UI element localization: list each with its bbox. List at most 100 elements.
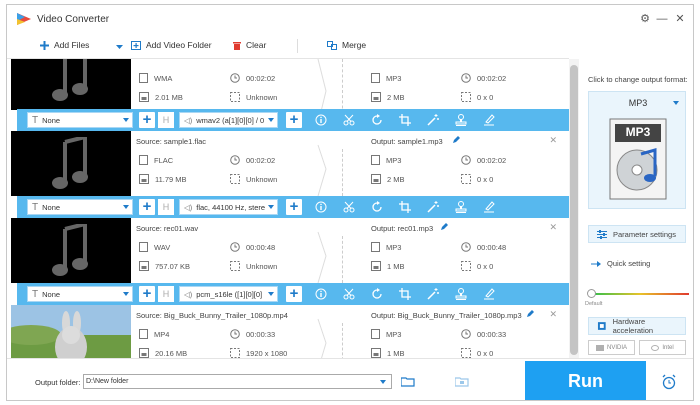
- subtitle-edit-icon[interactable]: [483, 288, 495, 300]
- remove-item-button[interactable]: ✕: [549, 309, 557, 320]
- output-folder-input[interactable]: D:\New folder: [83, 374, 392, 389]
- watermark-stamp-icon[interactable]: [455, 288, 467, 300]
- music-note-icon: [52, 224, 88, 276]
- src-duration: 00:00:33: [230, 329, 275, 339]
- crop-icon[interactable]: [399, 114, 411, 126]
- list-item[interactable]: Source: Big_Buck_Bunny_Trailer_1080p.mp4…: [7, 305, 569, 358]
- out-format: MP3: [371, 242, 401, 252]
- scissors-icon[interactable]: [343, 114, 355, 126]
- item-edit-bar: T None + H ◁) wmav2 (a[1][0][0] / 0 +: [17, 109, 569, 131]
- effects-wand-icon[interactable]: [427, 114, 439, 126]
- arrow-right-icon: [591, 260, 601, 267]
- speaker-icon: ◁): [184, 202, 193, 212]
- rotate-icon[interactable]: [371, 288, 383, 300]
- subtitle-select[interactable]: T None: [27, 199, 133, 215]
- rotate-icon[interactable]: [371, 114, 383, 126]
- output-format-panel: Click to change output format: MP3 MP3 P…: [579, 59, 693, 358]
- out-format: MP3: [371, 329, 401, 339]
- hardware-acceleration-button[interactable]: Hardware acceleration: [588, 317, 686, 335]
- remove-item-button[interactable]: ✕: [549, 135, 557, 146]
- pencil-edit-icon[interactable]: [452, 135, 461, 144]
- intel-badge[interactable]: Intel: [639, 340, 686, 355]
- file-icon: [139, 329, 148, 339]
- add-files-label: Add Files: [54, 40, 90, 50]
- clock-icon: [230, 242, 240, 252]
- subtitle-select[interactable]: T None: [27, 286, 133, 302]
- add-subtitle-button[interactable]: +: [139, 199, 155, 215]
- rotate-icon[interactable]: [371, 201, 383, 213]
- audio-track-select[interactable]: ◁) pcm_s16le ([1][0][0]: [179, 286, 278, 302]
- run-button[interactable]: Run: [525, 361, 646, 400]
- divider: [342, 149, 343, 196]
- clear-button[interactable]: Clear: [233, 40, 266, 50]
- thumbnail: [11, 131, 131, 196]
- source-filename: Source: Big_Buck_Bunny_Trailer_1080p.mp4: [136, 311, 288, 320]
- audio-track-select[interactable]: ◁) flac, 44100 Hz, stere: [179, 199, 278, 215]
- chevron-down-icon[interactable]: [380, 380, 386, 384]
- text-icon: T: [32, 288, 39, 300]
- merge-button[interactable]: Merge: [327, 40, 366, 50]
- watermark-stamp-icon[interactable]: [455, 114, 467, 126]
- add-audio-button[interactable]: +: [286, 286, 302, 302]
- subtitle-edit-icon[interactable]: [483, 114, 495, 126]
- folder-export-icon[interactable]: [455, 376, 469, 387]
- settings-icon[interactable]: ⚙: [639, 13, 651, 25]
- source-filename: Source: rec01.wav: [136, 224, 199, 233]
- hardsub-icon[interactable]: H: [158, 286, 174, 302]
- intel-logo-icon: [651, 344, 660, 351]
- hardsub-icon[interactable]: H: [158, 199, 174, 215]
- output-filename: Output: rec01.mp3: [371, 224, 434, 233]
- scissors-icon[interactable]: [343, 288, 355, 300]
- add-files-dropdown-icon[interactable]: [116, 45, 123, 50]
- clock-icon: [461, 329, 471, 339]
- info-icon[interactable]: [315, 201, 327, 213]
- add-audio-button[interactable]: +: [286, 112, 302, 128]
- minimize-button[interactable]: —: [656, 13, 668, 25]
- hardsub-icon[interactable]: H: [158, 112, 174, 128]
- open-folder-icon[interactable]: [401, 376, 415, 387]
- out-size: 1 MB: [371, 348, 405, 358]
- parameter-settings-button[interactable]: Parameter settings: [588, 225, 686, 243]
- audio-track-select[interactable]: ◁) wmav2 (a[1][0][0] / 0: [179, 112, 278, 128]
- quality-slider-knob[interactable]: [587, 289, 596, 298]
- quality-slider-track[interactable]: [591, 293, 689, 295]
- file-icon: [371, 155, 380, 165]
- output-format-selector[interactable]: MP3 MP3: [588, 91, 686, 209]
- resolution-icon: [230, 261, 240, 271]
- remove-item-button[interactable]: ✕: [549, 222, 557, 233]
- list-scrollbar-thumb[interactable]: [570, 65, 578, 355]
- scissors-icon[interactable]: [343, 201, 355, 213]
- crop-icon[interactable]: [399, 201, 411, 213]
- pencil-edit-icon[interactable]: [440, 222, 449, 231]
- add-subtitle-button[interactable]: +: [139, 286, 155, 302]
- item-info: Source: Big_Buck_Bunny_Trailer_1080p.mp4…: [131, 305, 569, 358]
- chevron-down-icon: [123, 292, 129, 296]
- video-thumbnail: [11, 305, 131, 358]
- crop-icon[interactable]: [399, 288, 411, 300]
- effects-wand-icon[interactable]: [427, 201, 439, 213]
- add-video-folder-button[interactable]: Add Video Folder: [131, 40, 212, 50]
- size-icon: [371, 92, 381, 102]
- add-subtitle-button[interactable]: +: [139, 112, 155, 128]
- list-item[interactable]: Source: sample1.flac Output: sample1.mp3…: [7, 131, 569, 196]
- nvidia-badge[interactable]: NVIDIA: [588, 340, 635, 355]
- effects-wand-icon[interactable]: [427, 288, 439, 300]
- bunny-scene-image: [11, 305, 131, 358]
- music-note-icon: [52, 59, 88, 101]
- list-item[interactable]: Source: rec01.wav Output: rec01.mp3 ✕ WA…: [7, 218, 569, 283]
- close-window-button[interactable]: ✕: [674, 13, 686, 25]
- size-icon: [371, 174, 381, 184]
- alarm-clock-icon[interactable]: [661, 374, 677, 390]
- pencil-edit-icon[interactable]: [526, 309, 535, 318]
- watermark-stamp-icon[interactable]: [455, 201, 467, 213]
- subtitle-select[interactable]: T None: [27, 112, 133, 128]
- subtitle-edit-icon[interactable]: [483, 201, 495, 213]
- info-icon[interactable]: [315, 114, 327, 126]
- list-item[interactable]: WMA 00:02:02 2.01 MB Unknown MP3 00:02:0…: [7, 59, 569, 124]
- title-bar: Video Converter ⚙ — ✕: [7, 5, 693, 33]
- resolution-icon: [461, 348, 471, 358]
- info-icon[interactable]: [315, 288, 327, 300]
- add-files-button[interactable]: Add Files: [40, 40, 89, 50]
- clock-icon: [230, 73, 240, 83]
- add-audio-button[interactable]: +: [286, 199, 302, 215]
